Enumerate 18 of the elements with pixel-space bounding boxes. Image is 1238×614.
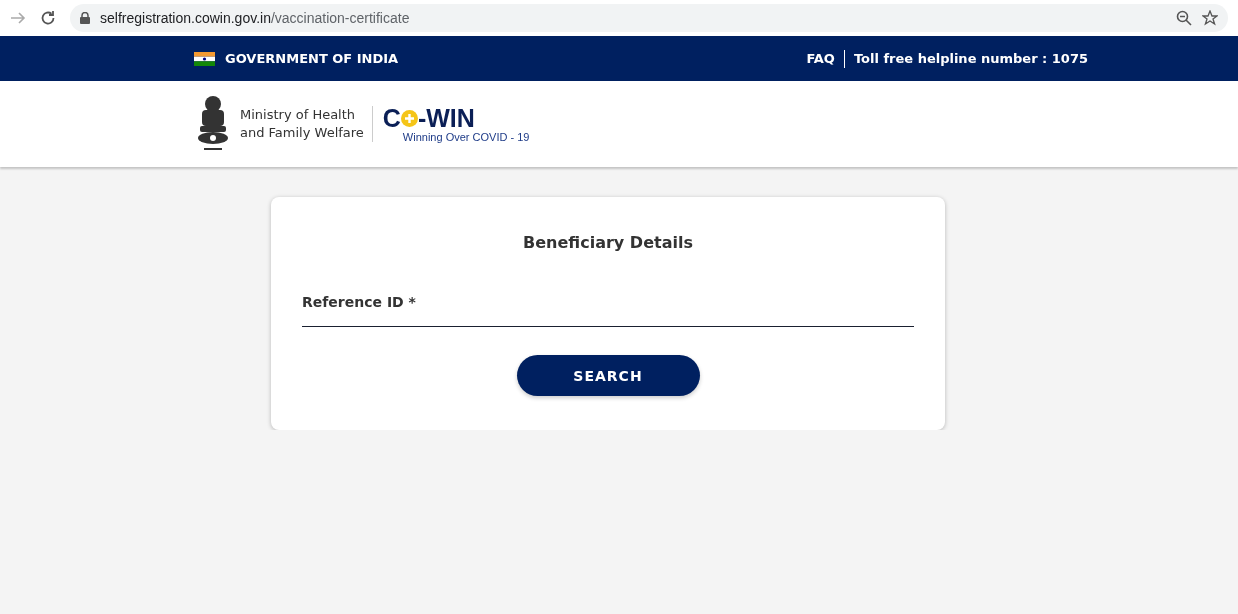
ministry-name: Ministry of Health and Family Welfare xyxy=(240,106,373,142)
star-icon[interactable] xyxy=(1202,10,1218,26)
logo-tagline: Winning Over COVID - 19 xyxy=(402,131,530,143)
plus-circle-icon xyxy=(400,109,418,127)
top-bar-link[interactable]: FAQ xyxy=(806,51,835,66)
top-bar-title: GOVERNMENT OF INDIA xyxy=(225,51,399,66)
logo-word: -WIN xyxy=(417,105,475,131)
flag-icon xyxy=(194,51,215,66)
url-path: /vaccination-certificate xyxy=(270,10,410,26)
search-button[interactable]: SEARCH xyxy=(516,355,700,396)
zoom-out-icon[interactable] xyxy=(1176,10,1192,26)
reference-id-field[interactable]: Reference ID * xyxy=(302,294,914,327)
lock-icon xyxy=(80,12,90,24)
top-bar-link[interactable]: Toll free helpline number : 1075 xyxy=(853,51,1088,66)
url-host: selfregistration.cowin.gov.in xyxy=(100,10,271,26)
reload-icon[interactable] xyxy=(40,10,56,26)
logo-letter: C xyxy=(382,105,401,131)
card-title: Beneficiary Details xyxy=(523,233,693,252)
